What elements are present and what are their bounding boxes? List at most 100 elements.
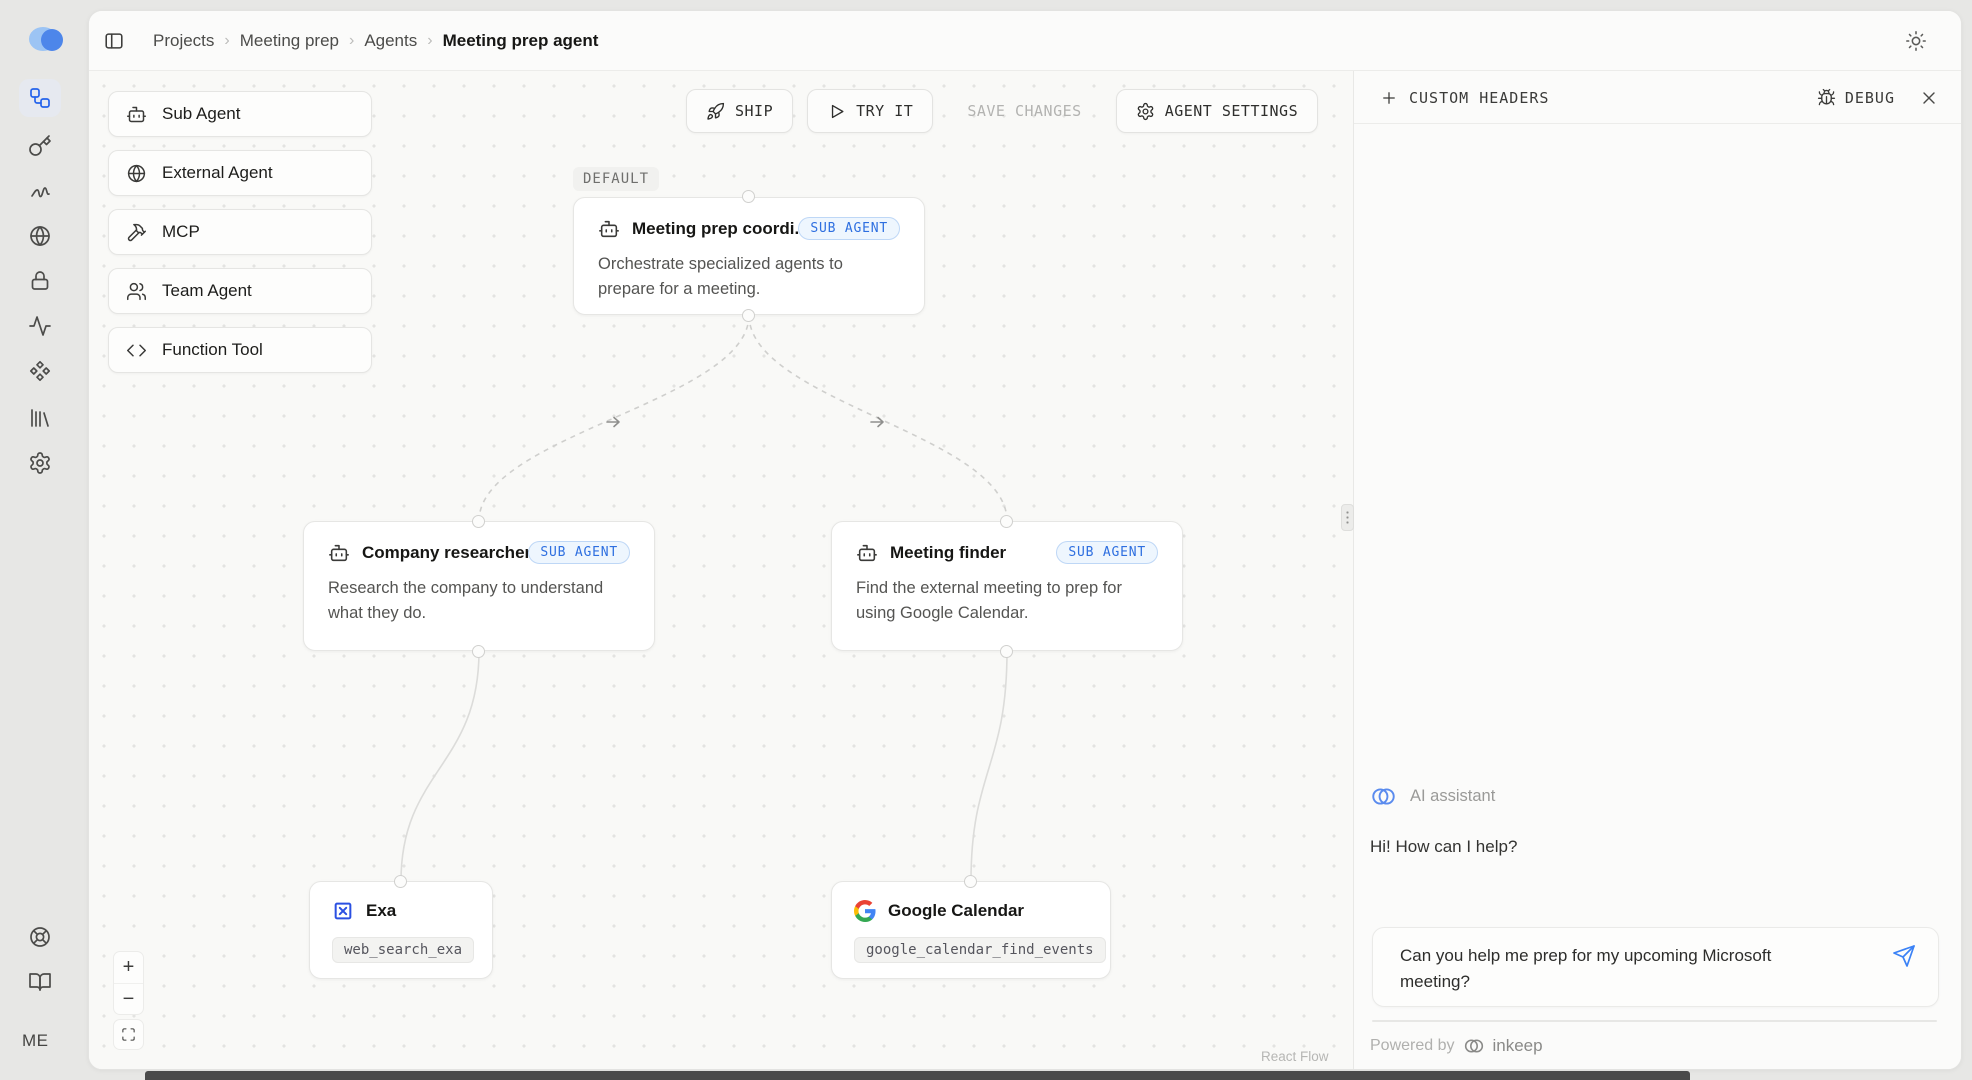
bot-icon <box>328 542 350 564</box>
assistant-panel: CUSTOM HEADERS DEBUG AI assistant Hi! Ho… <box>1353 71 1962 1070</box>
powered-by-label: Powered by <box>1370 1037 1455 1055</box>
inkeep-mark-icon <box>1370 783 1397 810</box>
save-changes-button[interactable]: SAVE CHANGES <box>947 89 1101 133</box>
breadcrumb-separator: › <box>427 32 432 50</box>
react-flow-attribution[interactable]: React Flow <box>1261 1049 1329 1064</box>
default-badge: DEFAULT <box>573 167 659 191</box>
sub-agent-badge: SUB AGENT <box>528 541 630 564</box>
handle-finder-top[interactable] <box>1000 515 1013 528</box>
handle-finder-bottom[interactable] <box>1000 645 1013 658</box>
activity-icon[interactable] <box>28 314 52 338</box>
panel-resize-handle[interactable] <box>1341 504 1354 531</box>
node-title: Company researcher <box>362 543 531 563</box>
close-icon[interactable] <box>1919 88 1939 108</box>
handle-coordinator-bottom[interactable] <box>742 309 755 322</box>
send-icon[interactable] <box>1892 944 1916 968</box>
node-description: Orchestrate specialized agents to prepar… <box>598 252 900 302</box>
theme-toggle-sun-icon[interactable] <box>1905 30 1927 52</box>
node-description: Research the company to understand what … <box>328 576 630 626</box>
custom-headers-label: CUSTOM HEADERS <box>1409 89 1549 107</box>
palette-item-label: Team Agent <box>162 281 252 301</box>
palette-item-label: External Agent <box>162 163 273 183</box>
app-window: Projects › Meeting prep › Agents › Meeti… <box>88 10 1962 1070</box>
fit-view-button[interactable] <box>113 1019 144 1050</box>
top-bar: Projects › Meeting prep › Agents › Meeti… <box>89 11 1961 71</box>
ship-button[interactable]: SHIP <box>686 89 793 133</box>
palette-item-label: Sub Agent <box>162 104 240 124</box>
breadcrumb-current: Meeting prep agent <box>443 31 599 51</box>
chat-input[interactable]: Can you help me prep for my upcoming Mic… <box>1400 943 1820 996</box>
custom-headers-button[interactable]: CUSTOM HEADERS <box>1380 71 1549 124</box>
debug-label: DEBUG <box>1845 89 1895 107</box>
bottom-edge-bar <box>145 1071 1690 1080</box>
node-title: Google Calendar <box>888 901 1024 921</box>
inkeep-logo[interactable] <box>26 22 68 56</box>
handle-exa-top[interactable] <box>394 875 407 888</box>
sidebar-toggle-icon[interactable] <box>103 30 125 52</box>
palette-item-mcp[interactable]: MCP <box>108 209 372 255</box>
save-changes-button-label: SAVE CHANGES <box>967 102 1081 120</box>
edge-researcher-exa <box>401 651 479 881</box>
node-exa-tool[interactable]: Exa web_search_exa <box>309 881 493 979</box>
tool-tag: google_calendar_find_events <box>854 937 1106 963</box>
zoom-out-button[interactable]: − <box>114 983 143 1014</box>
try-it-button[interactable]: TRY IT <box>807 89 933 133</box>
lock-icon[interactable] <box>28 269 52 293</box>
assistant-message: Hi! How can I help? <box>1370 837 1517 857</box>
agent-settings-button[interactable]: AGENT SETTINGS <box>1116 89 1318 133</box>
maximize-icon <box>121 1027 136 1042</box>
palette-item-team-agent[interactable]: Team Agent <box>108 268 372 314</box>
zoom-in-button[interactable]: + <box>114 952 143 983</box>
node-meeting-finder[interactable]: Meeting finder SUB AGENT Find the extern… <box>831 521 1183 651</box>
breadcrumb-separator: › <box>224 32 229 50</box>
globe-icon[interactable] <box>28 224 52 248</box>
breadcrumb-item-projects[interactable]: Projects <box>153 31 214 51</box>
node-google-calendar-tool[interactable]: Google Calendar google_calendar_find_eve… <box>831 881 1111 979</box>
bot-icon <box>126 104 147 125</box>
canvas-toolbar: SHIP TRY IT SAVE CHANGES AGENT SETTINGS <box>686 89 1318 133</box>
edge-arrow-icon <box>607 418 619 427</box>
edge-arrow-icon <box>871 418 883 427</box>
scribble-icon[interactable] <box>28 179 52 203</box>
gear-icon <box>1136 102 1155 121</box>
google-logo-icon <box>854 900 876 922</box>
user-initials[interactable]: ME <box>22 1031 49 1051</box>
palette-item-external-agent[interactable]: External Agent <box>108 150 372 196</box>
powered-by[interactable]: Powered by inkeep <box>1370 1035 1543 1057</box>
hammer-icon <box>126 222 147 243</box>
breadcrumb-separator: › <box>349 32 354 50</box>
sub-agent-badge: SUB AGENT <box>798 217 900 240</box>
node-company-researcher[interactable]: Company researcher SUB AGENT Research th… <box>303 521 655 651</box>
node-meeting-prep-coordinator[interactable]: Meeting prep coordi... SUB AGENT Orchest… <box>573 197 925 315</box>
tool-tag: web_search_exa <box>332 937 474 963</box>
agent-settings-button-label: AGENT SETTINGS <box>1165 102 1298 120</box>
workflow-icon[interactable] <box>28 86 52 110</box>
edge-finder-gcal <box>971 651 1007 881</box>
assistant-name: AI assistant <box>1410 787 1495 806</box>
library-icon[interactable] <box>28 406 52 430</box>
sub-agent-badge: SUB AGENT <box>1056 541 1158 564</box>
handle-gcal-top[interactable] <box>964 875 977 888</box>
inkeep-brand-label: inkeep <box>1493 1036 1543 1056</box>
ship-button-label: SHIP <box>735 102 773 120</box>
handle-coordinator-top[interactable] <box>742 190 755 203</box>
components-icon[interactable] <box>28 359 52 383</box>
key-icon[interactable] <box>28 134 52 158</box>
handle-researcher-bottom[interactable] <box>472 645 485 658</box>
code-icon <box>126 340 147 361</box>
debug-button[interactable]: DEBUG <box>1817 88 1895 107</box>
palette-item-sub-agent[interactable]: Sub Agent <box>108 91 372 137</box>
handle-researcher-top[interactable] <box>472 515 485 528</box>
palette-item-function-tool[interactable]: Function Tool <box>108 327 372 373</box>
palette-item-label: MCP <box>162 222 200 242</box>
breadcrumb: Projects › Meeting prep › Agents › Meeti… <box>153 11 598 71</box>
try-it-button-label: TRY IT <box>856 102 913 120</box>
breadcrumb-item-meeting-prep[interactable]: Meeting prep <box>240 31 339 51</box>
node-title: Meeting finder <box>890 543 1006 563</box>
breadcrumb-item-agents[interactable]: Agents <box>364 31 417 51</box>
gear-icon[interactable] <box>28 451 52 475</box>
docs-icon[interactable] <box>28 970 52 994</box>
exa-logo-icon <box>332 900 354 922</box>
help-icon[interactable] <box>28 925 52 949</box>
flow-canvas[interactable]: Sub Agent External Agent MCP Team Agent … <box>89 71 1353 1070</box>
